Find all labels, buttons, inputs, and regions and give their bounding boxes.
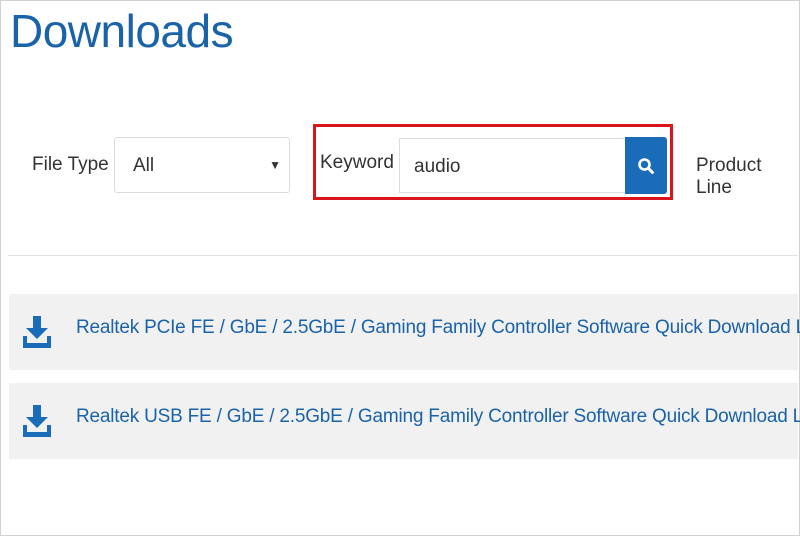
keyword-label: Keyword [320,152,394,173]
download-item[interactable]: Realtek USB FE / GbE / 2.5GbE / Gaming F… [9,383,800,459]
download-icon [23,316,51,348]
chevron-down-icon: ▼ [269,158,281,172]
download-icon [23,405,51,437]
file-type-select[interactable]: All ▼ [114,137,290,193]
keyword-input[interactable]: audio [399,138,626,193]
divider [8,255,798,256]
search-icon [638,157,654,174]
download-link[interactable]: Realtek PCIe FE / GbE / 2.5GbE / Gaming … [76,317,800,339]
keyword-input-value: audio [414,156,461,177]
search-button[interactable] [625,137,667,194]
file-type-label: File Type [32,154,109,175]
download-link[interactable]: Realtek USB FE / GbE / 2.5GbE / Gaming F… [76,406,800,428]
download-item[interactable]: Realtek PCIe FE / GbE / 2.5GbE / Gaming … [9,294,800,370]
product-line-label: Product Line [696,155,762,198]
file-type-selected-value: All [133,155,155,176]
page-title: Downloads [10,5,234,57]
